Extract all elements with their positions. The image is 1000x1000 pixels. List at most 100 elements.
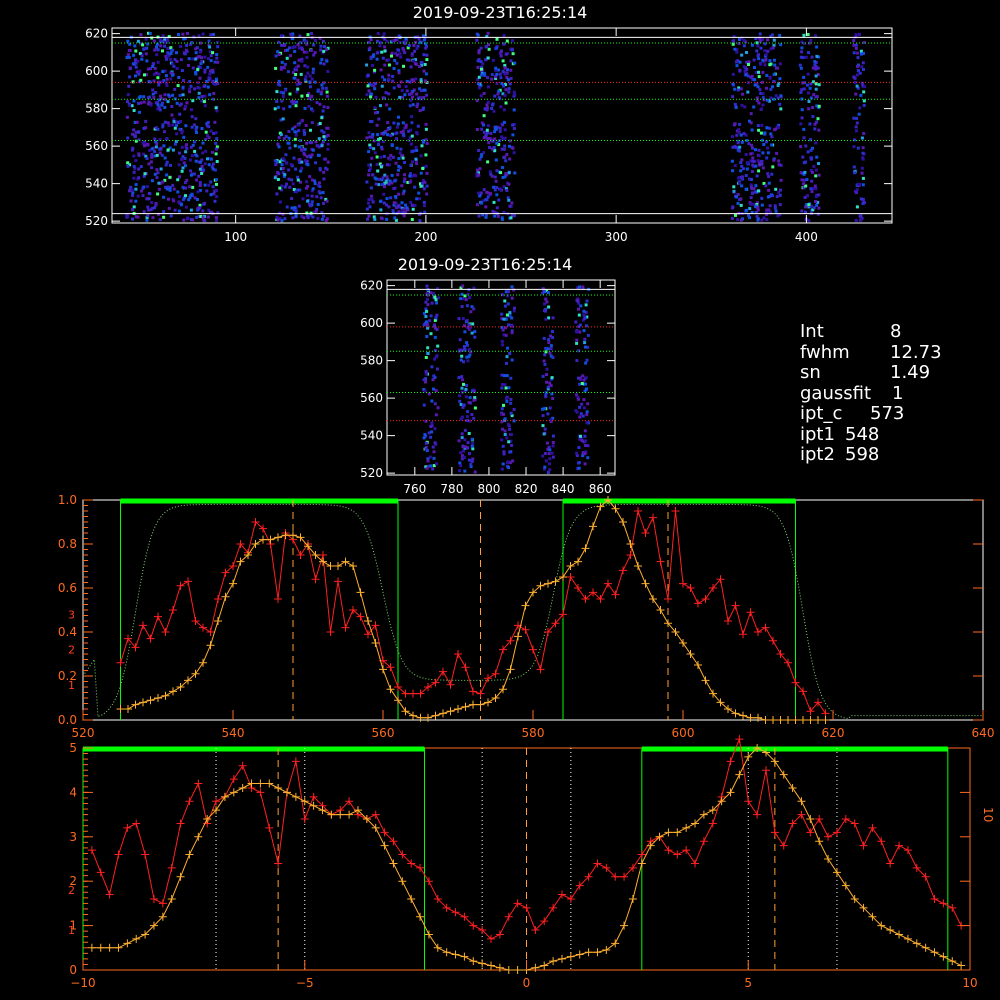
heatmap-pixel — [138, 95, 142, 99]
data-point — [799, 716, 807, 724]
heatmap-pixel — [285, 182, 288, 186]
heatmap-pixel — [506, 422, 510, 426]
data-point — [619, 566, 627, 575]
heatmap-pixel — [206, 120, 210, 124]
y-tick-label: 560 — [85, 139, 108, 153]
panel-profile-offset: 0123451210−10 −5 0 5 10 — [68, 735, 995, 990]
heatmap-pixel — [479, 94, 483, 98]
heatmap-pixel — [774, 127, 778, 131]
heatmap-pixel — [475, 203, 479, 207]
heatmap-pixel — [509, 68, 513, 72]
heatmap-pixel — [137, 176, 141, 180]
heatmap-pixel — [778, 62, 782, 66]
heatmap-pixel — [392, 67, 396, 70]
data-point — [521, 601, 530, 610]
data-point — [158, 899, 167, 908]
heatmap-pixel — [483, 71, 486, 75]
heatmap-pixel — [768, 204, 772, 208]
stat-value: 12.73 — [890, 341, 942, 363]
heatmap-pixel — [132, 165, 136, 168]
heatmap-pixel — [157, 181, 161, 185]
heatmap-pixel — [203, 68, 207, 72]
heatmap-pixel — [757, 148, 761, 152]
heatmap-pixel — [511, 146, 515, 150]
data-point — [649, 513, 657, 522]
data-point — [821, 716, 830, 724]
heatmap-pixel — [399, 147, 403, 151]
heatmap-pixel — [774, 66, 778, 70]
x-tick-label: 800 — [477, 482, 500, 496]
heatmap-pixel — [433, 441, 437, 445]
heatmap-pixel — [388, 107, 392, 111]
heatmap-pixel — [297, 145, 301, 149]
heatmap-pixel — [162, 215, 166, 219]
heatmap-pixel — [176, 190, 180, 194]
heatmap-pixel — [320, 129, 324, 133]
heatmap-pixel — [365, 207, 369, 211]
x-tick-label: 840 — [552, 482, 575, 496]
heatmap-pixel — [512, 127, 516, 130]
heatmap-pixel — [739, 169, 743, 173]
heatmap-pixel — [198, 50, 202, 54]
heatmap-pixel — [459, 451, 463, 455]
data-point — [779, 770, 788, 779]
heatmap-pixel — [204, 149, 208, 153]
heatmap-pixel — [424, 122, 428, 126]
heatmap-pixel — [854, 125, 858, 129]
heatmap-pixel — [185, 101, 189, 105]
x-tick-label: 100 — [224, 230, 247, 244]
heatmap-pixel — [148, 32, 152, 35]
heatmap-pixel — [155, 168, 159, 172]
data-point — [664, 846, 673, 855]
heatmap-pixel — [580, 402, 584, 406]
data-point — [176, 819, 185, 828]
heatmap-pixel — [172, 199, 176, 203]
heatmap-pixel — [216, 60, 220, 64]
heatmap-pixel — [322, 39, 325, 43]
heatmap-pixel — [145, 197, 149, 201]
heatmap-pixel — [861, 176, 865, 180]
heatmap-pixel — [194, 153, 198, 157]
heatmap-pixel — [742, 132, 746, 136]
heatmap-pixel — [294, 73, 298, 76]
heatmap-pixel — [476, 65, 480, 69]
stat-value: 573 — [870, 403, 905, 424]
heatmap-pixel — [435, 367, 439, 371]
heatmap-pixel — [183, 181, 187, 185]
x-tick-label: 10 — [962, 976, 977, 990]
heatmap-pixel — [473, 470, 477, 474]
heatmap-pixel — [802, 136, 806, 140]
heatmap-pixel — [467, 432, 471, 435]
heatmap-pixel — [182, 79, 185, 82]
heatmap-pixel — [397, 48, 401, 52]
heatmap-pixel — [311, 215, 315, 219]
heatmap-pixel — [156, 171, 160, 175]
heatmap-pixel — [493, 94, 497, 98]
heatmap-pixel — [149, 208, 153, 212]
heatmap-pixel — [379, 216, 383, 220]
heatmap-pixel — [303, 106, 307, 110]
heatmap-pixel — [322, 49, 326, 53]
heatmap-pixel — [419, 171, 423, 175]
heatmap-pixel — [477, 214, 481, 218]
heatmap-pixel — [777, 159, 781, 163]
data-point — [656, 557, 665, 566]
heatmap-pixel — [735, 50, 739, 54]
heatmap-pixel — [319, 196, 323, 200]
heatmap-pixel — [177, 76, 181, 79]
heatmap-pixel — [461, 317, 465, 321]
heatmap-pixel — [581, 414, 585, 418]
heatmap-pixel — [754, 164, 758, 168]
data-point — [930, 894, 939, 903]
heatmap-pixel — [370, 156, 374, 160]
data-point — [549, 957, 558, 966]
heatmap-pixel — [425, 309, 429, 313]
heatmap-pixel — [734, 146, 738, 150]
heatmap-pixel — [277, 136, 281, 140]
heatmap-pixel — [422, 53, 426, 57]
heatmap-pixel — [499, 105, 503, 109]
heatmap-pixel — [414, 145, 418, 149]
heatmap-pixel — [765, 156, 769, 160]
heatmap-pixel — [421, 108, 425, 111]
heatmap-pixel — [415, 149, 419, 152]
